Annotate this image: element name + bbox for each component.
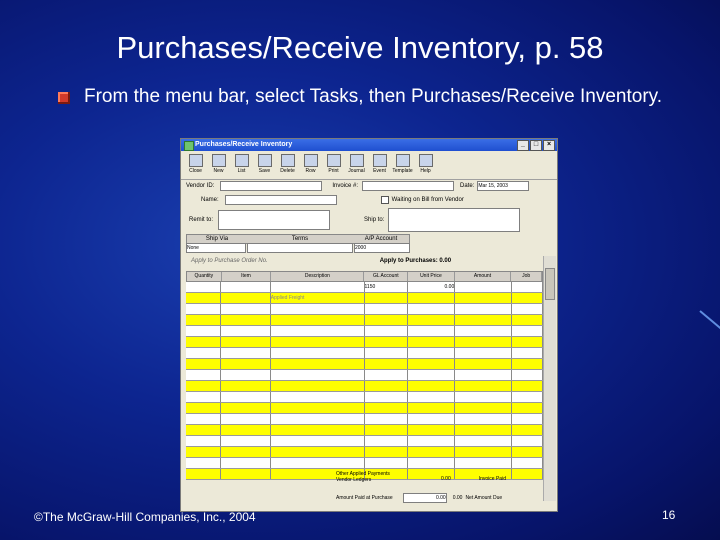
name-field[interactable] <box>224 195 337 205</box>
page-number: 16 <box>662 508 676 522</box>
toolbar-row[interactable]: Row <box>300 154 321 176</box>
print-icon <box>326 154 341 167</box>
table-row[interactable]: Applied Freight <box>186 293 544 304</box>
toolbar-template[interactable]: Template <box>392 154 413 176</box>
zero-value-1: 0.00 <box>441 476 451 482</box>
scrollbar-thumb[interactable] <box>545 268 555 300</box>
app-icon <box>184 141 194 151</box>
toolbar-list[interactable]: List <box>231 154 252 176</box>
net-due-label: Net Amount Due <box>465 495 503 501</box>
slide-title: Purchases/Receive Inventory, p. 58 <box>116 30 604 65</box>
col-unit-price: Unit Price <box>408 272 455 281</box>
date-field[interactable]: Mar 15, 2003 <box>477 181 530 191</box>
apply-po-tab[interactable]: Apply to Purchase Order No. <box>191 258 268 264</box>
event-icon <box>372 154 387 167</box>
grid-header: Quantity Item Description GL Account Uni… <box>186 271 543 282</box>
toolbar-help[interactable]: Help <box>415 154 436 176</box>
toolbar-print[interactable]: Print <box>323 154 344 176</box>
decorative-line <box>699 310 720 338</box>
waiting-label: Waiting on Bill from Vendor <box>391 197 464 203</box>
close-icon <box>188 154 203 167</box>
table-row[interactable] <box>186 326 544 337</box>
terms-header: Terms <box>291 236 309 242</box>
table-row[interactable] <box>186 315 544 326</box>
toolbar-delete[interactable]: Delete <box>277 154 298 176</box>
items-grid: Quantity Item Description GL Account Uni… <box>186 271 544 480</box>
col-job: Job <box>511 272 542 281</box>
ap-account-header: A/P Account <box>364 236 398 242</box>
table-row[interactable] <box>186 304 544 315</box>
table-row[interactable] <box>186 337 544 348</box>
zero-value-2: 0.00 <box>452 495 463 501</box>
table-row[interactable] <box>186 370 544 381</box>
toolbar-journal[interactable]: Journal <box>346 154 367 176</box>
ship-to-label: Ship to: <box>364 217 385 223</box>
delete-icon <box>280 154 295 167</box>
col-gl-account: GL Account <box>364 272 409 281</box>
table-row[interactable] <box>186 425 544 436</box>
ship-to-field[interactable] <box>388 208 521 232</box>
grid-scrollbar[interactable] <box>543 256 556 501</box>
row-icon <box>303 154 318 167</box>
col-amount: Amount <box>455 272 512 281</box>
table-row[interactable] <box>186 436 544 447</box>
amount-paid-label: Amount Paid at Purchase <box>336 495 393 501</box>
date-label: Date: <box>460 183 475 189</box>
name-label: Name: <box>201 197 219 203</box>
table-row[interactable] <box>186 381 544 392</box>
table-row[interactable] <box>186 359 544 370</box>
toolbar-event[interactable]: Event <box>369 154 390 176</box>
journal-icon <box>349 154 364 167</box>
ship-via-select[interactable]: None <box>186 243 246 253</box>
bullet-text: From the menu bar, select Tasks, then Pu… <box>84 86 663 107</box>
window-titlebar: Purchases/Receive Inventory _ □ × <box>181 139 557 151</box>
remit-to-field[interactable] <box>218 210 331 230</box>
footer-copyright: ©The McGraw-Hill Companies, Inc., 2004 <box>34 510 256 524</box>
invoice-label: Invoice #: <box>332 183 359 189</box>
vendor-ledgers-label: Vendor Ledgers <box>336 477 372 483</box>
table-row[interactable] <box>186 447 544 458</box>
table-row[interactable] <box>186 403 544 414</box>
new-icon <box>211 154 226 167</box>
close-window-button[interactable]: × <box>543 140 555 151</box>
toolbar-close[interactable]: Close <box>185 154 206 176</box>
ship-via-header: Ship Via <box>205 236 229 242</box>
table-row[interactable] <box>186 348 544 359</box>
window-title: Purchases/Receive Inventory <box>195 141 293 148</box>
waiting-checkbox[interactable] <box>380 196 389 204</box>
col-item: Item <box>222 272 272 281</box>
invoice-paid-label: Invoice Paid <box>478 476 506 482</box>
col-description: Description <box>271 272 365 281</box>
toolbar-new[interactable]: New <box>208 154 229 176</box>
vendor-id-label: Vendor ID: <box>186 183 215 189</box>
bullet-square-icon <box>58 92 70 104</box>
terms-field[interactable] <box>247 243 353 253</box>
amount-paid-field[interactable]: 0.00 <box>402 493 447 503</box>
template-icon <box>395 154 410 167</box>
remit-to-label: Remit to: <box>189 217 214 223</box>
table-row[interactable]: 1150 0.00 <box>186 282 544 293</box>
purchases-window: Purchases/Receive Inventory _ □ × Close … <box>180 138 558 512</box>
list-icon <box>234 154 249 167</box>
vendor-id-field[interactable] <box>220 181 323 191</box>
help-icon <box>418 154 433 167</box>
table-row[interactable] <box>186 414 544 425</box>
toolbar: Close New List Save Delete Row Print Jou… <box>181 151 557 180</box>
col-quantity: Quantity <box>187 272 222 281</box>
apply-purchases-tab[interactable]: Apply to Purchases: 0.00 <box>380 258 451 264</box>
ap-account-field[interactable]: 2000 <box>354 243 410 253</box>
minimize-button[interactable]: _ <box>517 140 529 151</box>
invoice-field[interactable] <box>362 181 455 191</box>
table-row[interactable] <box>186 458 544 469</box>
toolbar-save[interactable]: Save <box>254 154 275 176</box>
maximize-button[interactable]: □ <box>530 140 542 151</box>
save-icon <box>257 154 272 167</box>
table-row[interactable] <box>186 392 544 403</box>
